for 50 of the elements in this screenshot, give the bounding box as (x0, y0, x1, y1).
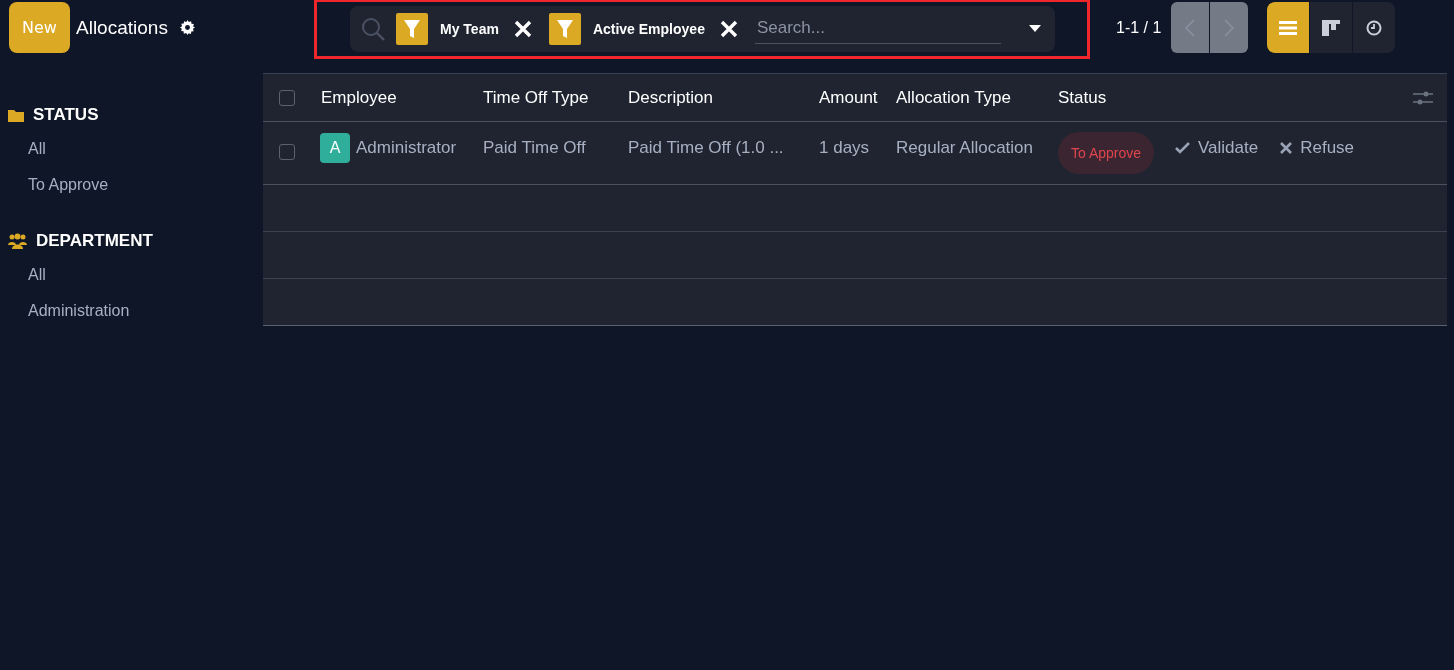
section-title: DEPARTMENT (36, 231, 153, 251)
settings-icon[interactable] (179, 20, 195, 35)
validate-button[interactable]: Validate (1175, 138, 1259, 158)
column-header[interactable]: Status (1058, 87, 1107, 107)
chevron-right-icon (1224, 18, 1235, 37)
filter-item[interactable]: All (0, 131, 263, 167)
close-icon[interactable] (718, 18, 739, 39)
kanban-view-button[interactable] (1310, 2, 1353, 53)
previous-button[interactable] (1171, 2, 1210, 53)
kanban-icon (1322, 19, 1341, 36)
check-icon (1175, 142, 1190, 154)
clock-icon (1366, 19, 1383, 36)
list-icon (1279, 20, 1298, 35)
table-cell: Administrator (356, 138, 457, 158)
filter-item[interactable]: Administration (0, 293, 263, 329)
select-all-checkbox[interactable] (278, 89, 295, 106)
search-icon (360, 15, 386, 42)
close-icon[interactable] (512, 18, 533, 39)
table-cell: 1 days (819, 138, 870, 158)
column-header[interactable]: Description (628, 87, 714, 107)
next-button[interactable] (1210, 2, 1249, 53)
column-header[interactable]: Amount (819, 87, 878, 107)
filter-facet: Active Employee (592, 20, 705, 37)
filter-icon (548, 12, 581, 45)
status-badge: To Approve (1058, 132, 1155, 174)
close-icon (1280, 142, 1293, 154)
chevron-left-icon (1185, 18, 1196, 37)
filter-icon (396, 12, 428, 45)
sliders-icon[interactable] (1413, 89, 1433, 106)
caret-icon[interactable] (1029, 24, 1041, 33)
pager-text: 1-1 / 1 (1116, 18, 1162, 37)
table-cell: Paid Time Off (483, 138, 586, 158)
folder-icon (8, 108, 24, 122)
column-header[interactable]: Employee (321, 87, 397, 107)
table-cell: Regular Allocation (896, 138, 1034, 158)
section-title: STATUS (33, 105, 99, 125)
page-title: Allocations (76, 16, 168, 39)
row-checkbox[interactable] (278, 144, 295, 160)
activity-view-button[interactable] (1353, 2, 1396, 53)
users-icon (8, 233, 27, 249)
filter-facet: My Team (440, 20, 499, 37)
column-header[interactable]: Time Off Type (483, 87, 589, 107)
list-view-button[interactable] (1267, 2, 1310, 53)
search-field[interactable]: Search... (754, 13, 1001, 44)
filter-item[interactable]: All (0, 257, 263, 293)
column-header[interactable]: Allocation Type (896, 87, 1011, 107)
filter-item[interactable]: To Approve (0, 167, 263, 203)
refuse-button[interactable]: Refuse (1280, 138, 1355, 158)
table-cell: Paid Time Off (1.0 ... (628, 138, 784, 158)
avatar: A (320, 133, 350, 163)
